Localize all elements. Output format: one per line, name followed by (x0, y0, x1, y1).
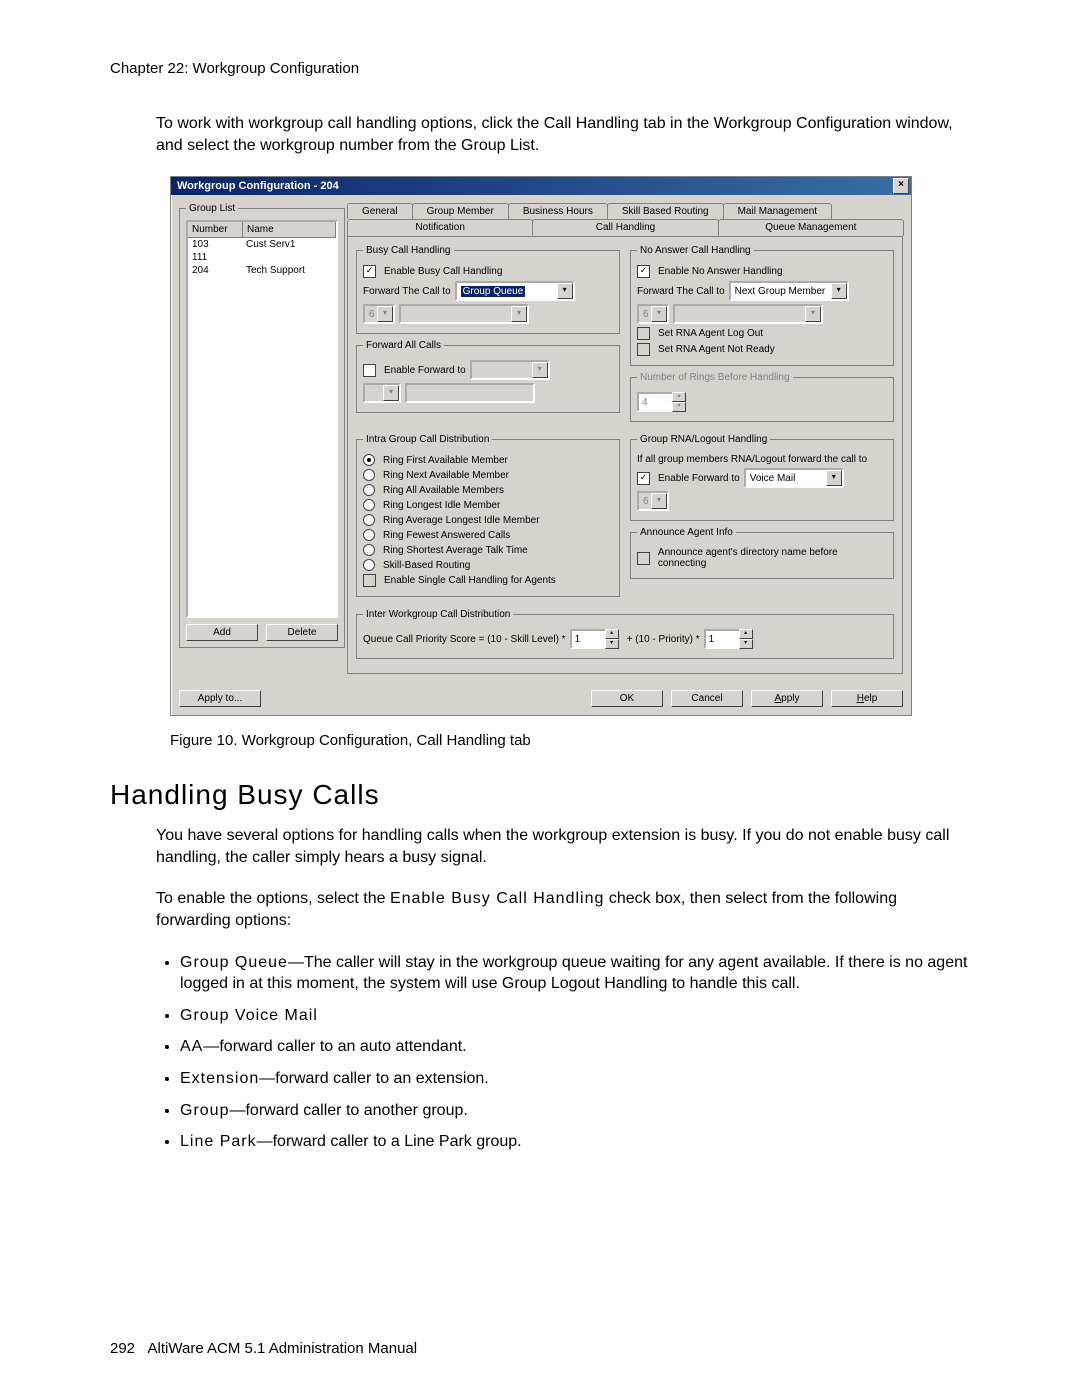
single-call-chk[interactable] (363, 574, 376, 587)
radio-ring-next[interactable] (363, 469, 375, 481)
chevron-down-icon: ▾ (557, 283, 573, 299)
figure-caption: Figure 10. Workgroup Configuration, Call… (170, 732, 970, 749)
ok-button[interactable]: OK (591, 690, 663, 707)
chevron-down-icon: ▾ (651, 493, 667, 509)
enable-fwd-all-chk[interactable] (363, 364, 376, 377)
radio-avg-longest[interactable] (363, 514, 375, 526)
options-list: Group Queue—The caller will stay in the … (180, 952, 970, 1153)
tab-business-hours[interactable]: Business Hours (508, 203, 608, 219)
tab-group-member[interactable]: Group Member (412, 203, 509, 219)
titlebar: Workgroup Configuration - 204 × (171, 177, 911, 195)
chevron-down-icon: ▾ (532, 362, 548, 378)
list-row[interactable]: 111 (188, 251, 336, 264)
list-item: Group Queue—The caller will stay in the … (180, 952, 970, 995)
list-item: Extension—forward caller to an extension… (180, 1068, 970, 1090)
rna-logout-chk[interactable] (637, 327, 650, 340)
close-icon[interactable]: × (893, 178, 909, 194)
tab-notification[interactable]: Notification (347, 219, 533, 236)
fwd-all-select: ▾ (470, 360, 550, 380)
tab-general[interactable]: General (347, 203, 413, 219)
col-number[interactable]: Number (188, 222, 243, 237)
tab-mail-management[interactable]: Mail Management (723, 203, 832, 219)
group-rna-logout: Group RNA/Logout Handling If all group m… (630, 434, 894, 521)
rna-enable-fwd-chk[interactable] (637, 472, 650, 485)
add-button[interactable]: Add (186, 624, 258, 641)
chevron-down-icon: ▾ (377, 306, 393, 322)
list-item: AA—forward caller to an auto attendant. (180, 1036, 970, 1058)
chapter-header: Chapter 22: Workgroup Configuration (110, 60, 970, 77)
help-button[interactable]: Help (831, 690, 903, 707)
workgroup-config-dialog: Workgroup Configuration - 204 × Group Li… (170, 176, 912, 716)
group-list-fieldset: Group List Number Name 103 Cust Serv1 11… (179, 203, 345, 648)
chevron-down-icon: ▾ (805, 306, 821, 322)
col-name[interactable]: Name (243, 222, 336, 237)
priority-spinner-a[interactable]: 1▴▾ (570, 629, 607, 649)
priority-spinner-b[interactable]: 1▴▾ (704, 629, 741, 649)
tab-call-handling[interactable]: Call Handling (532, 219, 718, 236)
list-item: Group Voice Mail (180, 1005, 970, 1027)
list-item: Group—forward caller to another group. (180, 1100, 970, 1122)
rna-fwd-select[interactable]: Voice Mail▾ (744, 468, 844, 488)
noanswer-forward-select[interactable]: Next Group Member▾ (729, 281, 849, 301)
list-row[interactable]: 204 Tech Support (188, 264, 336, 277)
intro-paragraph: To work with workgroup call handling opt… (156, 113, 970, 156)
enable-busy-chk[interactable] (363, 265, 376, 278)
chevron-down-icon: ▾ (831, 283, 847, 299)
radio-longest-idle[interactable] (363, 499, 375, 511)
cancel-button[interactable]: Cancel (671, 690, 743, 707)
apply-button[interactable]: Apply (751, 690, 823, 707)
radio-fewest[interactable] (363, 529, 375, 541)
tab-skill-routing[interactable]: Skill Based Routing (607, 203, 724, 219)
radio-ring-first[interactable] (363, 454, 375, 466)
chevron-down-icon: ▾ (826, 470, 842, 486)
busy-call-handling: Busy Call Handling Enable Busy Call Hand… (356, 245, 620, 334)
group-list-legend: Group List (186, 203, 238, 214)
rna-notready-chk[interactable] (637, 343, 650, 356)
intra-group-distribution: Intra Group Call Distribution Ring First… (356, 434, 620, 597)
radio-ring-all[interactable] (363, 484, 375, 496)
tab-queue-management[interactable]: Queue Management (718, 219, 904, 236)
busy-small-select: ▾ (399, 304, 529, 324)
list-row[interactable]: 103 Cust Serv1 (188, 238, 336, 251)
chevron-down-icon: ▾ (511, 306, 527, 322)
announce-agent-info: Announce Agent Info Announce agent's dir… (630, 527, 894, 579)
inter-workgroup-distribution: Inter Workgroup Call Distribution Queue … (356, 609, 894, 659)
radio-shortest-talk[interactable] (363, 544, 375, 556)
chevron-down-icon: ▾ (383, 385, 399, 401)
enable-noanswer-chk[interactable] (637, 265, 650, 278)
busy-small-num: 6▾ (363, 304, 395, 324)
radio-skill-based[interactable] (363, 559, 375, 571)
page-footer: 292 AltiWare ACM 5.1 Administration Manu… (110, 1340, 417, 1357)
chevron-down-icon: ▾ (651, 306, 667, 322)
no-answer-handling: No Answer Call Handling Enable No Answer… (630, 245, 894, 366)
list-item: Line Park—forward caller to a Line Park … (180, 1131, 970, 1153)
window-title: Workgroup Configuration - 204 (177, 180, 339, 192)
busy-forward-select[interactable]: Group Queue▾ (455, 281, 575, 301)
body-paragraph: You have several options for handling ca… (156, 825, 970, 868)
rings-spinner: 4▴▾ (637, 392, 674, 412)
group-list-box[interactable]: Number Name 103 Cust Serv1 111 204 (186, 220, 338, 618)
apply-to-button[interactable]: Apply to... (179, 690, 261, 707)
forward-all-calls: Forward All Calls Enable Forward to ▾ ▾ (356, 340, 620, 413)
section-heading: Handling Busy Calls (110, 779, 970, 811)
announce-chk[interactable] (637, 552, 650, 565)
delete-button[interactable]: Delete (266, 624, 338, 641)
rings-before-handling: Number of Rings Before Handling 4▴▾ (630, 372, 894, 422)
body-paragraph: To enable the options, select the Enable… (156, 888, 970, 931)
figure-screenshot: Workgroup Configuration - 204 × Group Li… (170, 176, 970, 716)
